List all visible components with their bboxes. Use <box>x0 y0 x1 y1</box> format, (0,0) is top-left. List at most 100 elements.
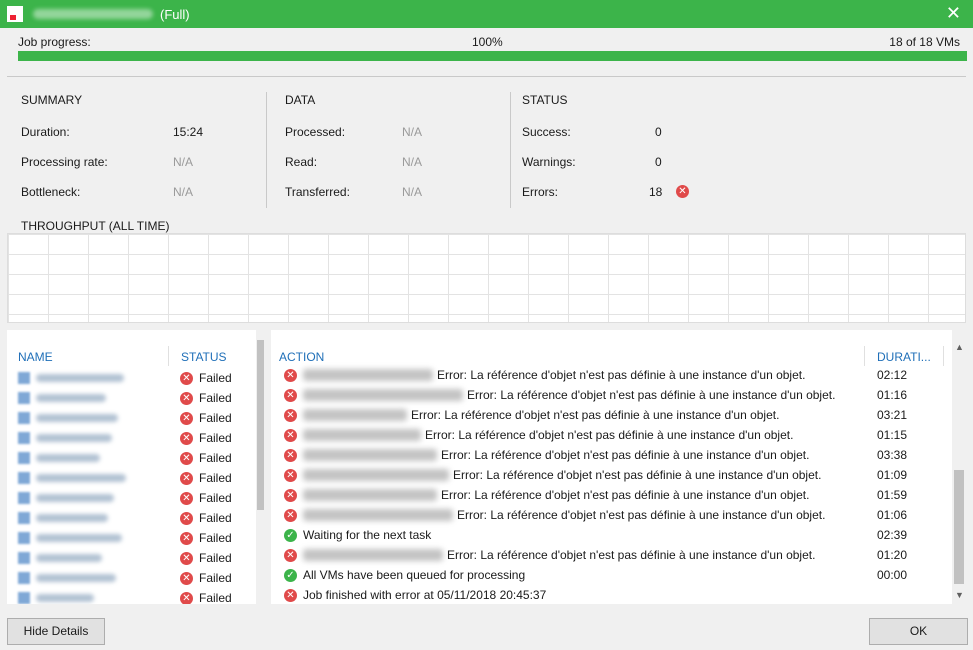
error-icon: ✕ <box>180 591 193 604</box>
column-separator <box>943 346 944 366</box>
errors-label: Errors: <box>522 185 558 199</box>
action-row[interactable]: ✕ Job finished with error at 05/11/2018 2… <box>284 585 546 604</box>
action-row[interactable]: ✕ Error: La référence d'objet n'est pas d… <box>284 465 821 485</box>
vm-name-redacted[interactable] <box>18 368 124 388</box>
vm-status: ✕ Failed <box>180 508 232 528</box>
vm-name-redacted[interactable] <box>18 548 102 568</box>
redacted-text <box>36 434 112 442</box>
column-header-duration[interactable]: DURATI... <box>877 350 931 364</box>
vm-status: ✕ Failed <box>180 448 232 468</box>
action-duration: 02:39 <box>877 528 908 542</box>
vm-status: ✕ Failed <box>180 588 232 604</box>
status-text: Failed <box>199 391 232 405</box>
progress-label: Job progress: <box>18 35 91 49</box>
action-duration: 03:38 <box>877 448 908 462</box>
action-duration: 02:12 <box>877 368 908 382</box>
close-icon[interactable]: ✕ <box>946 4 961 22</box>
column-header-action[interactable]: ACTION <box>279 350 324 364</box>
warnings-label: Warnings: <box>522 155 576 169</box>
hide-details-button[interactable]: Hide Details <box>7 618 105 645</box>
action-row[interactable]: ✕ Error: La référence d'objet n'est pas d… <box>284 385 835 405</box>
error-icon: ✕ <box>284 428 297 442</box>
action-duration: 01:09 <box>877 468 908 482</box>
column-header-status[interactable]: STATUS <box>181 350 227 364</box>
action-text: Waiting for the next task <box>303 528 432 542</box>
action-row[interactable]: ✓ Waiting for the next task <box>284 525 431 545</box>
error-icon: ✕ <box>284 508 297 522</box>
action-duration: 00:00 <box>877 568 908 582</box>
vm-icon <box>18 492 30 504</box>
section-divider <box>510 92 511 208</box>
vm-name-redacted[interactable] <box>18 528 122 548</box>
redacted-text <box>36 414 118 422</box>
action-row[interactable]: ✕ Error: La référence d'objet n'est pas d… <box>284 365 805 385</box>
vm-name-redacted[interactable] <box>18 468 126 488</box>
vm-name-redacted[interactable] <box>18 588 94 604</box>
redacted-text <box>36 454 100 462</box>
duration-value: 15:24 <box>173 125 204 139</box>
action-row[interactable]: ✕ Error: La référence d'objet n'est pas d… <box>284 505 825 525</box>
vm-name-redacted[interactable] <box>18 568 116 588</box>
redacted-text <box>36 494 114 502</box>
redacted-text <box>36 534 122 542</box>
rate-label: Processing rate: <box>21 155 108 169</box>
vm-icon <box>18 512 30 524</box>
vm-status: ✕ Failed <box>180 488 232 508</box>
vm-list-scrollbar[interactable] <box>256 330 265 604</box>
status-text: Failed <box>199 571 232 585</box>
error-icon: ✕ <box>180 511 193 525</box>
scrollbar-thumb[interactable] <box>954 470 964 584</box>
app-icon <box>7 6 23 22</box>
scrollbar-thumb[interactable] <box>257 340 264 510</box>
progress-count: 18 of 18 VMs <box>889 35 960 49</box>
vm-name-redacted[interactable] <box>18 408 118 428</box>
redacted-text <box>303 369 433 381</box>
vm-name-redacted[interactable] <box>18 388 106 408</box>
action-row[interactable]: ✕ Error: La référence d'objet n'est pas d… <box>284 405 779 425</box>
throughput-graph <box>7 233 966 323</box>
redacted-text <box>36 374 124 382</box>
vm-status: ✕ Failed <box>180 428 232 448</box>
action-row[interactable]: ✕ Error: La référence d'objet n'est pas d… <box>284 425 793 445</box>
error-icon: ✕ <box>180 551 193 565</box>
progress-percent: 100% <box>472 35 503 49</box>
divider <box>7 76 966 77</box>
status-text: Failed <box>199 431 232 445</box>
scroll-up-icon[interactable]: ▲ <box>955 342 964 352</box>
status-text: Failed <box>199 411 232 425</box>
error-icon: ✕ <box>284 388 297 402</box>
vm-name-redacted[interactable] <box>18 488 114 508</box>
error-icon: ✕ <box>284 448 297 462</box>
vm-name-redacted[interactable] <box>18 448 100 468</box>
action-duration: 03:21 <box>877 408 908 422</box>
vm-status: ✕ Failed <box>180 408 232 428</box>
action-row[interactable]: ✕ Error: La référence d'objet n'est pas d… <box>284 445 809 465</box>
action-row[interactable]: ✕ Error: La référence d'objet n'est pas d… <box>284 485 809 505</box>
vm-name-redacted[interactable] <box>18 508 108 528</box>
action-text: Job finished with error at 05/11/2018 20… <box>303 588 547 602</box>
errors-value: 18 <box>649 185 663 199</box>
action-text: Error: La référence d'objet n'est pas dé… <box>467 388 836 402</box>
vm-icon <box>18 472 30 484</box>
action-row[interactable]: ✓ All VMs have been queued for processing <box>284 565 525 585</box>
status-text: Failed <box>199 371 232 385</box>
column-header-name[interactable]: NAME <box>18 350 53 364</box>
status-text: Failed <box>199 451 232 465</box>
throughput-heading: THROUGHPUT (ALL TIME) <box>21 219 170 233</box>
vm-status: ✕ Failed <box>180 568 232 588</box>
action-text: All VMs have been queued for processing <box>303 568 526 582</box>
action-log-scrollbar[interactable]: ▲ ▼ <box>952 330 966 604</box>
read-value: N/A <box>402 155 423 169</box>
ok-button[interactable]: OK <box>869 618 968 645</box>
status-text: Failed <box>199 591 232 604</box>
scroll-down-icon[interactable]: ▼ <box>955 590 964 600</box>
action-row[interactable]: ✕ Error: La référence d'objet n'est pas d… <box>284 545 815 565</box>
redacted-text <box>303 469 449 481</box>
success-value: 0 <box>655 125 662 139</box>
redacted-text <box>36 394 106 402</box>
vm-name-redacted[interactable] <box>18 428 112 448</box>
redacted-text <box>303 549 443 561</box>
vm-status: ✕ Failed <box>180 388 232 408</box>
status-heading: STATUS <box>522 93 568 107</box>
vm-icon <box>18 532 30 544</box>
